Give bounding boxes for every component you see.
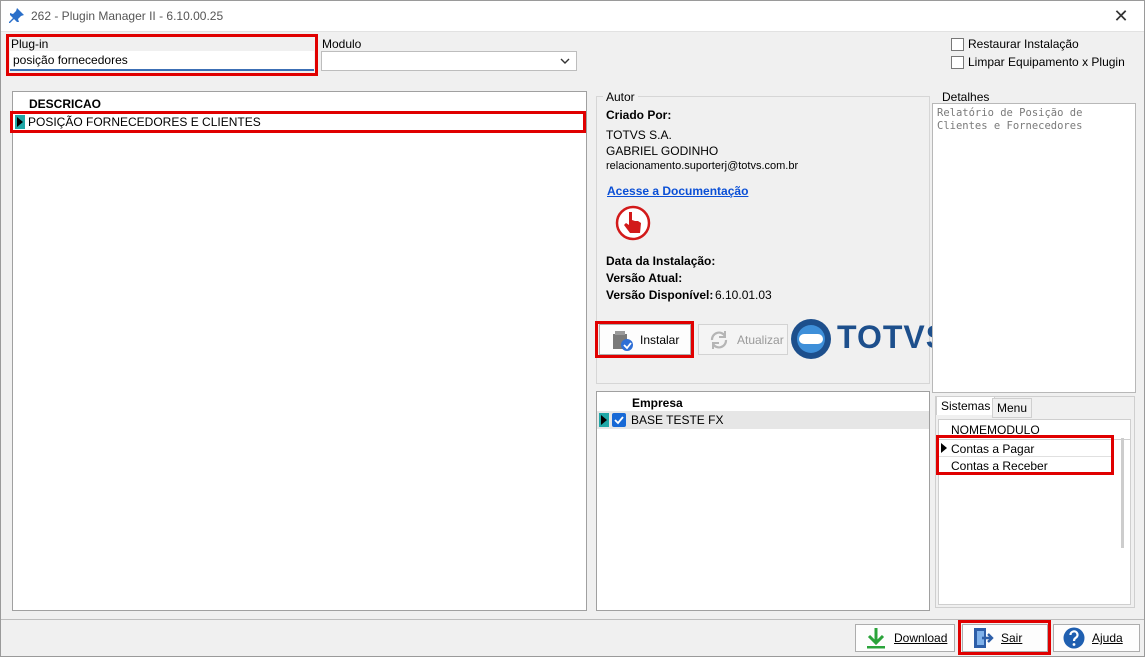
pointing-hand-icon[interactable] [614, 205, 652, 241]
table-row[interactable]: Contas a Pagar [939, 440, 1114, 457]
totvs-logo-icon [791, 319, 831, 359]
close-icon[interactable]: ✕ [1108, 5, 1134, 27]
exit-door-icon [974, 628, 994, 648]
vertical-scrollbar[interactable] [1121, 438, 1124, 548]
instalar-button[interactable]: Instalar [599, 324, 691, 355]
tab-sistemas[interactable]: Sistemas [936, 396, 996, 415]
versao-disponivel-value: 6.10.01.03 [715, 288, 772, 302]
atualizar-label: Atualizar [737, 332, 784, 347]
plugin-label: Plug-in [11, 37, 49, 51]
checkbox-box[interactable] [951, 37, 964, 51]
tab-menu[interactable]: Menu [992, 398, 1033, 418]
modulo-row-name: Contas a Receber [951, 459, 1048, 473]
table-row[interactable]: POSIÇÃO FORNECEDORES E CLIENTES [13, 114, 586, 131]
plugin-row-description: POSIÇÃO FORNECEDORES E CLIENTES [28, 115, 261, 129]
detalhes-group-title: Detalhes [939, 90, 993, 104]
detalhes-textarea[interactable]: Relatório de Posição de Clientes e Forne… [932, 103, 1136, 393]
descricao-column-header[interactable]: DESCRICAO [29, 97, 101, 111]
sair-label: Sair [1001, 631, 1023, 645]
footer-divider [1, 619, 1144, 620]
checkbox-box[interactable] [951, 55, 964, 69]
modulo-row-name: Contas a Pagar [951, 442, 1035, 456]
detalhes-text: Relatório de Posição de Clientes e Forne… [937, 107, 1083, 132]
versao-disponivel-label: Versão Disponível: [606, 288, 714, 302]
help-icon [1063, 627, 1085, 649]
ajuda-button[interactable]: Ajuda [1053, 624, 1140, 652]
empresa-name: BASE TESTE FX [631, 413, 724, 427]
limpar-equipamento-checkbox[interactable]: Limpar Equipamento x Plugin [951, 55, 1125, 69]
instalar-label: Instalar [640, 332, 680, 347]
modulo-select[interactable] [321, 51, 577, 71]
plugin-manager-window: 262 - Plugin Manager II - 6.10.00.25 ✕ P… [0, 0, 1145, 657]
documentation-link[interactable]: Acesse a Documentação [607, 184, 748, 198]
restaurar-instalacao-label: Restaurar Instalação [968, 37, 1079, 51]
check-icon [614, 416, 624, 425]
download-button[interactable]: Download [855, 624, 955, 652]
atualizar-button[interactable]: Atualizar [698, 324, 788, 355]
table-row[interactable]: Contas a Receber [939, 457, 1114, 474]
row-pointer-icon [941, 443, 947, 453]
autor-company: TOTVS S.A. [606, 128, 672, 142]
empresa-checkbox[interactable] [612, 413, 626, 427]
nomemodulo-column-header[interactable]: NOMEMODULO [951, 423, 1040, 437]
autor-group-title: Autor [603, 90, 638, 104]
ajuda-label: Ajuda [1092, 631, 1123, 645]
install-icon [613, 330, 633, 351]
chevron-down-icon [560, 58, 570, 64]
plugin-search-input[interactable] [10, 51, 314, 71]
autor-email: relacionamento.suporterj@totvs.com.br [606, 160, 799, 172]
refresh-icon [710, 330, 728, 349]
row-indicator-icon [15, 115, 25, 129]
row-indicator-icon [599, 413, 609, 427]
empresa-grid[interactable]: Empresa BASE TESTE FX [596, 391, 930, 611]
download-label: Download [894, 631, 948, 645]
table-row[interactable]: BASE TESTE FX [597, 411, 929, 429]
plugin-grid[interactable]: DESCRICAO POSIÇÃO FORNECEDORES E CLIENTE… [12, 91, 587, 611]
versao-atual-label: Versão Atual: [606, 271, 683, 285]
limpar-equipamento-label: Limpar Equipamento x Plugin [968, 55, 1125, 69]
restaurar-instalacao-checkbox[interactable]: Restaurar Instalação [951, 37, 1079, 51]
pin-icon [9, 8, 24, 23]
window-title: 262 - Plugin Manager II - 6.10.00.25 [31, 9, 224, 23]
modulo-label: Modulo [322, 37, 362, 51]
criado-por-label: Criado Por: [606, 108, 672, 122]
data-instalacao-label: Data da Instalação: [606, 254, 716, 268]
autor-name: GABRIEL GODINHO [606, 144, 719, 158]
sair-button[interactable]: Sair [962, 624, 1048, 652]
empresa-column-header[interactable]: Empresa [632, 396, 683, 410]
title-bar: 262 - Plugin Manager II - 6.10.00.25 ✕ [1, 1, 1144, 32]
download-arrow-icon [867, 628, 885, 649]
modulos-grid[interactable]: NOMEMODULO Contas a Pagar Contas a Receb… [938, 419, 1131, 605]
